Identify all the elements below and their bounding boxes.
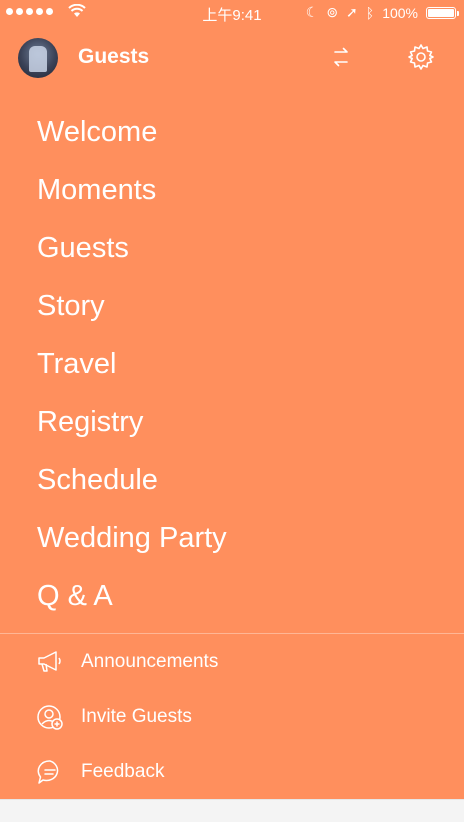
menu-item-registry[interactable]: Registry (37, 393, 227, 451)
menu-item-feedback[interactable]: Feedback (35, 744, 218, 799)
main-menu: Welcome Moments Guests Story Travel Regi… (37, 103, 227, 625)
menu-item-guests[interactable]: Guests (37, 219, 227, 277)
moon-icon: ☾ (305, 4, 319, 20)
announcements-label: Announcements (81, 650, 219, 672)
page-title: Guests (78, 45, 150, 68)
status-bar: 上午9:41 ☾ ⊚ ➚ ᛒ 100% (0, 0, 464, 26)
menu-item-story[interactable]: Story (37, 277, 227, 335)
avatar[interactable] (18, 38, 58, 78)
megaphone-icon (35, 647, 65, 677)
location-icon: ➚ (346, 4, 358, 20)
invite-guests-label: Invite Guests (81, 705, 192, 727)
menu-item-schedule[interactable]: Schedule (37, 451, 227, 509)
menu-item-moments[interactable]: Moments (37, 161, 227, 219)
menu-item-welcome[interactable]: Welcome (37, 103, 227, 161)
swap-arrows-icon[interactable] (328, 44, 354, 70)
battery-icon (426, 6, 459, 19)
underlying-page-edge (0, 799, 464, 822)
menu-item-announcements[interactable]: Announcements (35, 634, 218, 689)
battery-percent: 100% (382, 4, 418, 21)
header: Guests (0, 36, 464, 80)
bluetooth-icon: ᛒ (365, 4, 375, 21)
chat-bubble-icon (35, 757, 65, 787)
menu-item-qa[interactable]: Q & A (37, 567, 227, 625)
orientation-lock-icon: ⊚ (326, 4, 339, 20)
gear-icon[interactable] (406, 42, 436, 72)
status-right-group: ☾ ⊚ ➚ ᛒ 100% (305, 4, 459, 21)
feedback-label: Feedback (81, 760, 165, 782)
menu-item-wedding-party[interactable]: Wedding Party (37, 509, 227, 567)
menu-item-invite-guests[interactable]: Invite Guests (35, 689, 218, 744)
invite-user-icon (35, 702, 65, 732)
menu-item-travel[interactable]: Travel (37, 335, 227, 393)
secondary-menu: Announcements Invite Guests Feedback (35, 634, 218, 799)
